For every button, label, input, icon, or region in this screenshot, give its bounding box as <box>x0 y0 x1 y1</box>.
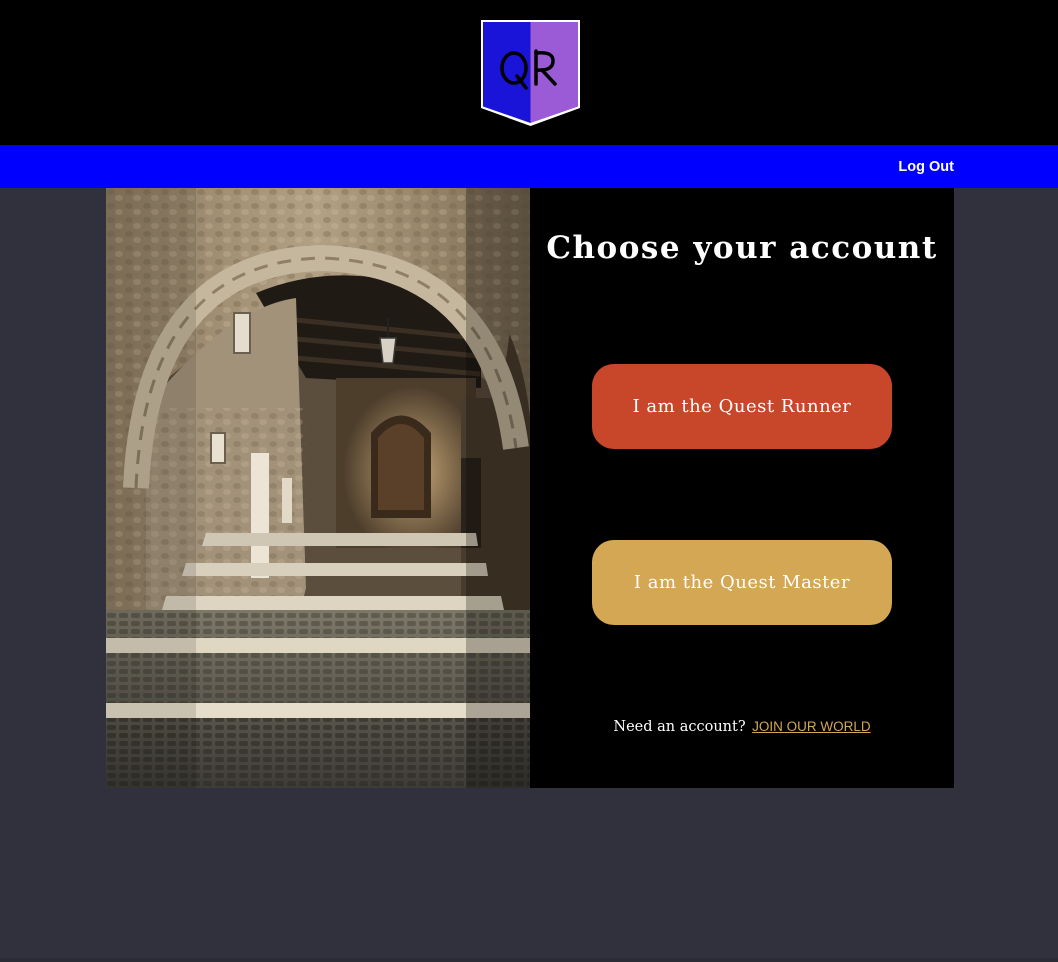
account-select-panel: Choose your account I am the Quest Runne… <box>530 188 954 788</box>
account-card: Choose your account I am the Quest Runne… <box>106 188 954 788</box>
nav-bar: Log Out <box>0 145 1058 188</box>
quest-runner-button[interactable]: I am the Quest Runner <box>592 364 892 449</box>
signup-prompt-text: Need an account? <box>613 719 746 735</box>
quest-master-button[interactable]: I am the Quest Master <box>592 540 892 625</box>
logout-link[interactable]: Log Out <box>898 145 954 188</box>
qr-logo-icon[interactable] <box>479 18 582 128</box>
join-our-world-link[interactable]: JOIN OUR WORLD <box>752 719 871 734</box>
page-bottom-edge <box>0 958 1058 962</box>
site-header <box>0 0 1058 145</box>
stone-archway-photo <box>106 188 530 788</box>
page-title: Choose your account <box>546 230 938 266</box>
signup-prompt: Need an account? JOIN OUR WORLD <box>530 719 954 735</box>
